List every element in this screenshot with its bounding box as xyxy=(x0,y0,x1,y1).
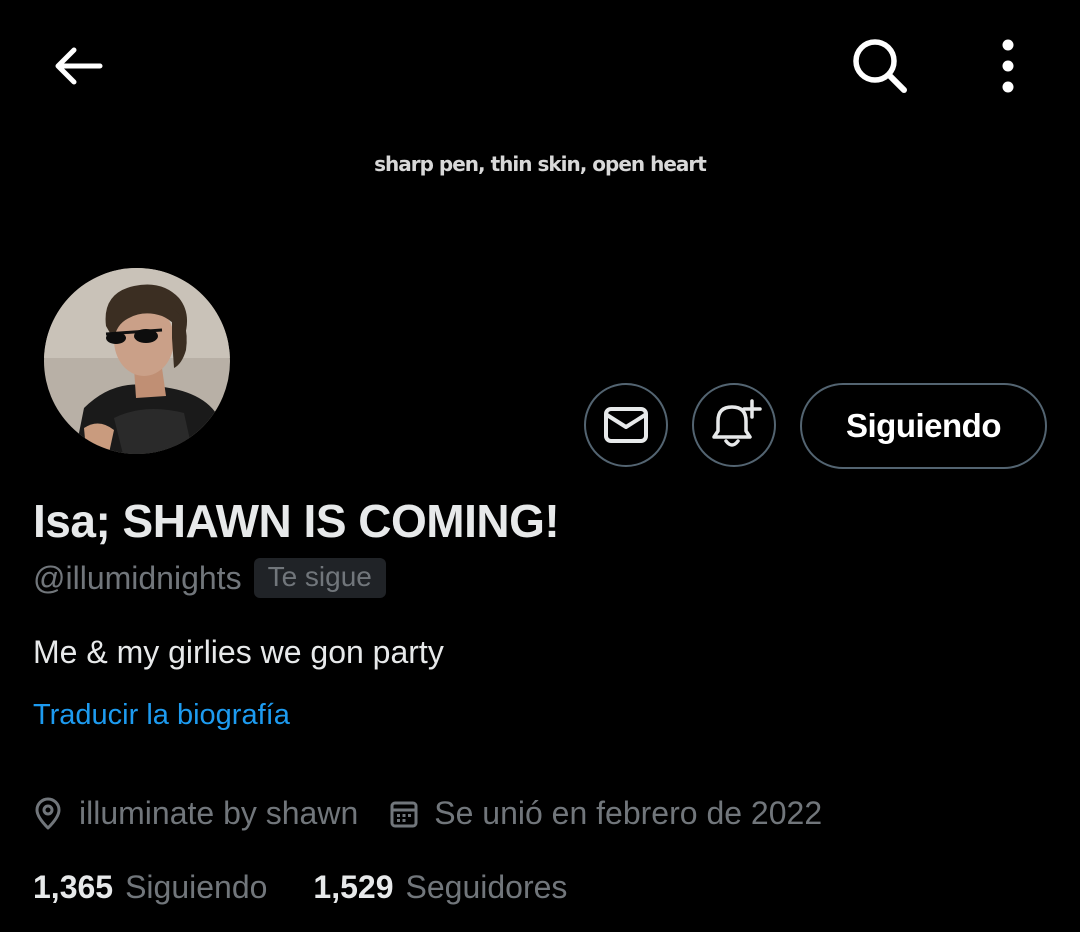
followers-label: Seguidores xyxy=(405,869,568,905)
translate-bio-link[interactable]: Traducir la biografía xyxy=(33,699,290,732)
calendar-icon xyxy=(390,801,418,827)
following-button[interactable]: Siguiendo xyxy=(800,383,1047,469)
banner-text: sharp pen, thin skin, open heart xyxy=(374,152,707,176)
profile-photo xyxy=(44,268,230,454)
search-button[interactable] xyxy=(840,30,920,102)
followers-stat[interactable]: 1,529 Seguidores xyxy=(313,869,567,906)
display-name: Isa; SHAWN IS COMING! xyxy=(33,495,560,547)
follow-stats: 1,365 Siguiendo 1,529 Seguidores xyxy=(33,869,567,906)
joined-date-text: Se unió en febrero de 2022 xyxy=(434,795,823,831)
message-button[interactable] xyxy=(584,383,668,467)
arrow-left-icon xyxy=(55,47,103,85)
more-options-button[interactable] xyxy=(970,30,1046,102)
notifications-button[interactable] xyxy=(692,383,776,467)
follows-you-badge: Te sigue xyxy=(253,558,386,598)
avatar[interactable] xyxy=(42,266,232,456)
following-stat[interactable]: 1,365 Siguiendo xyxy=(33,869,267,906)
following-label: Siguiendo xyxy=(125,869,268,905)
location-item: illuminate by shawn xyxy=(33,795,358,832)
mail-icon xyxy=(604,407,648,443)
handle-row: @illumidnights Te sigue xyxy=(33,558,386,598)
top-nav-bar xyxy=(0,0,1080,135)
search-icon xyxy=(853,39,907,93)
profile-bio: Me & my girlies we gon party xyxy=(33,634,444,670)
joined-item: Se unió en febrero de 2022 xyxy=(390,795,822,832)
more-vertical-icon xyxy=(1002,39,1014,93)
back-button[interactable] xyxy=(40,32,116,100)
location-text: illuminate by shawn xyxy=(79,795,359,831)
bell-plus-icon xyxy=(712,399,762,447)
following-count: 1,365 xyxy=(33,869,114,905)
profile-meta: illuminate by shawn Se unió en febrero d… xyxy=(33,795,822,832)
followers-count: 1,529 xyxy=(313,869,394,905)
location-pin-icon xyxy=(35,797,61,829)
username-handle: @illumidnights xyxy=(33,559,242,596)
